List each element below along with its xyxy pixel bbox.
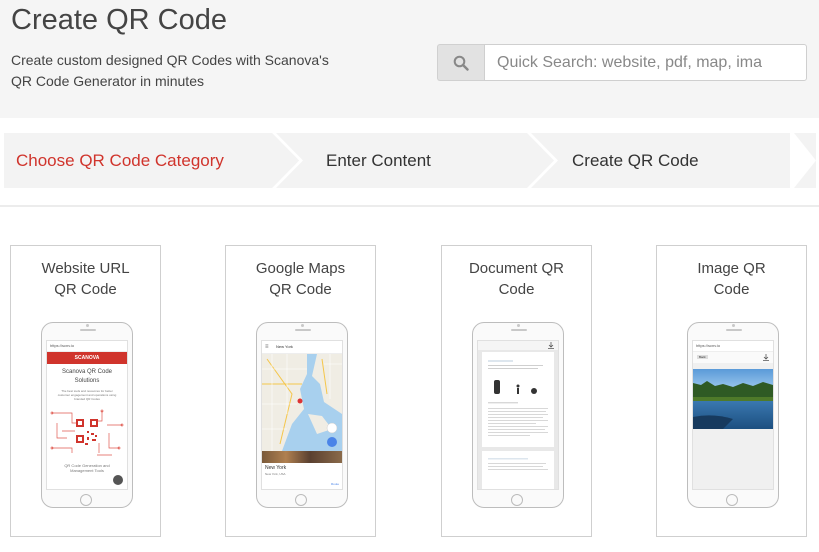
card-title: Google Maps QR Code: [226, 258, 375, 300]
phone-home-button: [80, 494, 92, 506]
lake-photo: [693, 369, 773, 429]
map-graphic: [262, 354, 342, 451]
card-title-line: Code: [498, 281, 535, 298]
phone-camera: [301, 324, 304, 327]
category-card-google-maps[interactable]: Google Maps QR Code ≡ New York New York …: [225, 245, 376, 537]
phone-camera: [732, 324, 735, 327]
preview-body-line: branded QR Codes: [74, 397, 100, 401]
phone-mockup: https://scnv.io SCANOVA Scanova QR Code …: [41, 322, 133, 508]
preview-heading-line: Scanova QR Code: [61, 369, 113, 375]
download-icon: [763, 354, 769, 361]
phone-mockup: https://scnv.io Back: [687, 322, 779, 508]
step-choose-category[interactable]: Choose QR Code Category: [16, 133, 224, 188]
card-title-line: Code: [713, 281, 750, 298]
doc-toolbar: [478, 341, 558, 350]
place-subtitle: New York, USA: [265, 472, 286, 476]
map-search-bar: ≡ New York: [262, 341, 342, 354]
page-subtitle: Create custom designed QR Codes with Sca…: [11, 52, 329, 89]
chevron-right-icon: [527, 133, 558, 188]
map-preview: ≡ New York New York New York, USA Route: [261, 340, 343, 490]
phone-home-button: [511, 494, 523, 506]
preview-url: https://scnv.io: [47, 341, 127, 352]
phone-mockup: [472, 322, 564, 508]
fab-button: [113, 475, 123, 485]
route-link: Route: [330, 482, 339, 486]
page-header: Create QR Code Create custom designed QR…: [0, 0, 819, 118]
preview-url: https://scnv.io: [693, 341, 773, 352]
category-card-image[interactable]: Image QR Code https://scnv.io Back: [656, 245, 807, 537]
preview-footer-line: Management Tools: [70, 468, 104, 473]
card-title-line: Document QR: [468, 260, 565, 277]
chevron-right-icon: [790, 133, 816, 188]
preview-footer: QR Code Generation and Management Tools: [47, 463, 127, 473]
card-title-line: Image QR: [697, 260, 766, 277]
image-toolbar: Back: [693, 352, 773, 363]
category-card-document[interactable]: Document QR Code: [441, 245, 592, 537]
card-title: Image QR Code: [657, 258, 806, 300]
document-pages: [482, 352, 554, 489]
divider: [0, 205, 819, 207]
phone-speaker: [295, 329, 311, 331]
website-preview: https://scnv.io SCANOVA Scanova QR Code …: [46, 340, 128, 490]
step-breadcrumb: Choose QR Code Category Enter Content Cr…: [4, 133, 816, 188]
preview-body: The best tools and resources for better …: [47, 389, 127, 401]
card-title-line: Google Maps: [255, 260, 346, 277]
preview-brand: SCANOVA: [47, 352, 127, 364]
phone-speaker: [726, 329, 742, 331]
back-button: Back: [697, 355, 708, 359]
phone-camera: [517, 324, 520, 327]
phone-mockup: ≡ New York New York New York, USA Route: [256, 322, 348, 508]
card-title-line: QR Code: [54, 281, 117, 298]
search-icon: [453, 55, 469, 71]
card-title-line: Website URL: [41, 260, 130, 277]
download-icon: [548, 342, 554, 349]
place-name: New York: [265, 465, 287, 471]
menu-icon: ≡: [265, 344, 269, 350]
place-card: New York New York, USA Route: [262, 451, 342, 489]
document-preview: [477, 340, 559, 490]
map-search-text: New York: [276, 344, 293, 349]
card-title-line: QR Code: [269, 281, 332, 298]
phone-speaker: [80, 329, 96, 331]
search-button[interactable]: [437, 44, 484, 81]
category-card-website-url[interactable]: Website URL QR Code https://scnv.io SCAN…: [10, 245, 161, 537]
phone-camera: [86, 324, 89, 327]
preview-heading-line: Solutions: [74, 378, 100, 384]
step-create-qr[interactable]: Create QR Code: [572, 133, 699, 188]
card-title: Website URL QR Code: [11, 258, 160, 300]
quick-search: [437, 44, 807, 81]
page-title: Create QR Code: [11, 4, 227, 36]
search-input[interactable]: [484, 44, 807, 81]
card-title: Document QR Code: [442, 258, 591, 300]
phone-home-button: [295, 494, 307, 506]
place-photos: [262, 451, 342, 463]
chevron-right-icon: [272, 133, 303, 188]
phone-home-button: [726, 494, 738, 506]
phone-speaker: [511, 329, 527, 331]
step-enter-content[interactable]: Enter Content: [326, 133, 431, 188]
qr-circuit-graphic: [50, 409, 124, 456]
image-preview: https://scnv.io Back: [692, 340, 774, 490]
preview-heading: Scanova QR Code Solutions: [47, 368, 127, 386]
